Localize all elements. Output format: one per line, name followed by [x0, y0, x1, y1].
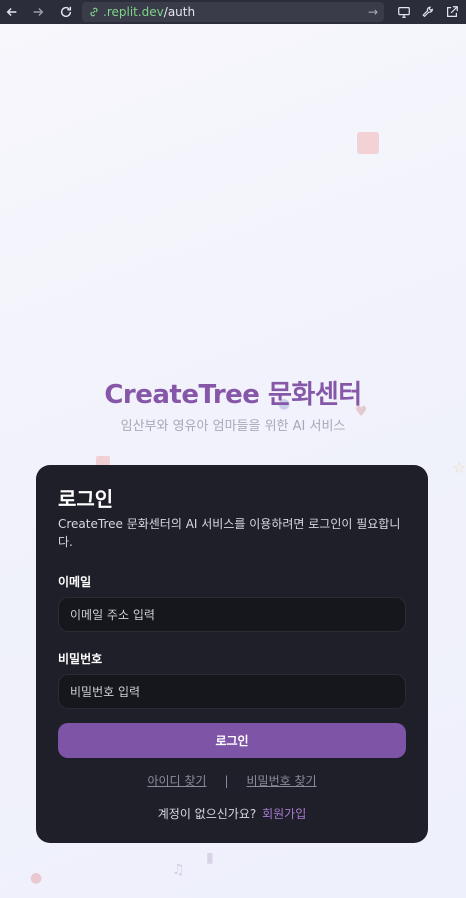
url-domain: .replit.dev	[103, 5, 164, 19]
find-password-link[interactable]: 비밀번호 찾기	[247, 774, 317, 788]
password-label: 비밀번호	[58, 652, 103, 666]
address-bar[interactable]: .replit.dev /auth →	[82, 2, 384, 22]
no-account-text: 계정이 없으신가요?	[157, 807, 257, 821]
back-button[interactable]	[2, 2, 22, 22]
link-icon	[88, 6, 100, 18]
reload-icon	[60, 6, 72, 18]
auth-page: ☆ ♥ ● ● ♫ ▮ CreateTree 문화센터 임산부와 영유아 엄마들…	[0, 24, 466, 898]
signup-prompt: 계정이 없으신가요? 회원가입	[36, 805, 428, 822]
link-separator: |	[224, 774, 229, 788]
url-path: /auth	[163, 5, 196, 19]
decoration-music-icon: ♫	[172, 862, 185, 878]
email-label: 이메일	[58, 575, 92, 589]
decoration-star-icon: ☆	[452, 458, 466, 477]
decoration-gift-icon	[357, 132, 379, 154]
password-input[interactable]	[58, 674, 406, 709]
devtools-button[interactable]	[418, 2, 438, 22]
wrench-icon	[422, 6, 433, 18]
desktop-view-button[interactable]	[394, 2, 414, 22]
account-recovery-links: 아이디 찾기 | 비밀번호 찾기	[36, 772, 428, 789]
browser-toolbar: .replit.dev /auth →	[0, 0, 466, 24]
login-description: CreateTree 문화센터의 AI 서비스를 이용하려면 로그인이 필요합니…	[58, 517, 401, 549]
login-button[interactable]: 로그인	[58, 723, 406, 758]
login-card: 로그인 CreateTree 문화센터의 AI 서비스를 이용하려면 로그인이 …	[36, 465, 428, 843]
email-input[interactable]	[58, 597, 406, 632]
decoration-bottle-icon: ▮	[206, 850, 214, 866]
arrow-right-icon	[33, 8, 44, 16]
monitor-icon	[398, 7, 410, 18]
decoration-bear-icon: ●	[30, 870, 43, 886]
go-arrow-icon[interactable]: →	[368, 5, 378, 19]
brand-tagline: 임산부와 영유아 엄마들을 위한 AI 서비스	[120, 419, 346, 434]
arrow-left-icon	[6, 8, 17, 16]
login-title: 로그인	[58, 487, 114, 511]
find-id-link[interactable]: 아이디 찾기	[147, 774, 206, 788]
forward-button[interactable]	[28, 2, 48, 22]
brand-title: CreateTree 문화센터	[104, 380, 362, 410]
signup-link[interactable]: 회원가입	[262, 807, 306, 821]
reload-button[interactable]	[56, 2, 76, 22]
external-link-icon	[447, 6, 458, 17]
open-new-tab-button[interactable]	[442, 2, 462, 22]
